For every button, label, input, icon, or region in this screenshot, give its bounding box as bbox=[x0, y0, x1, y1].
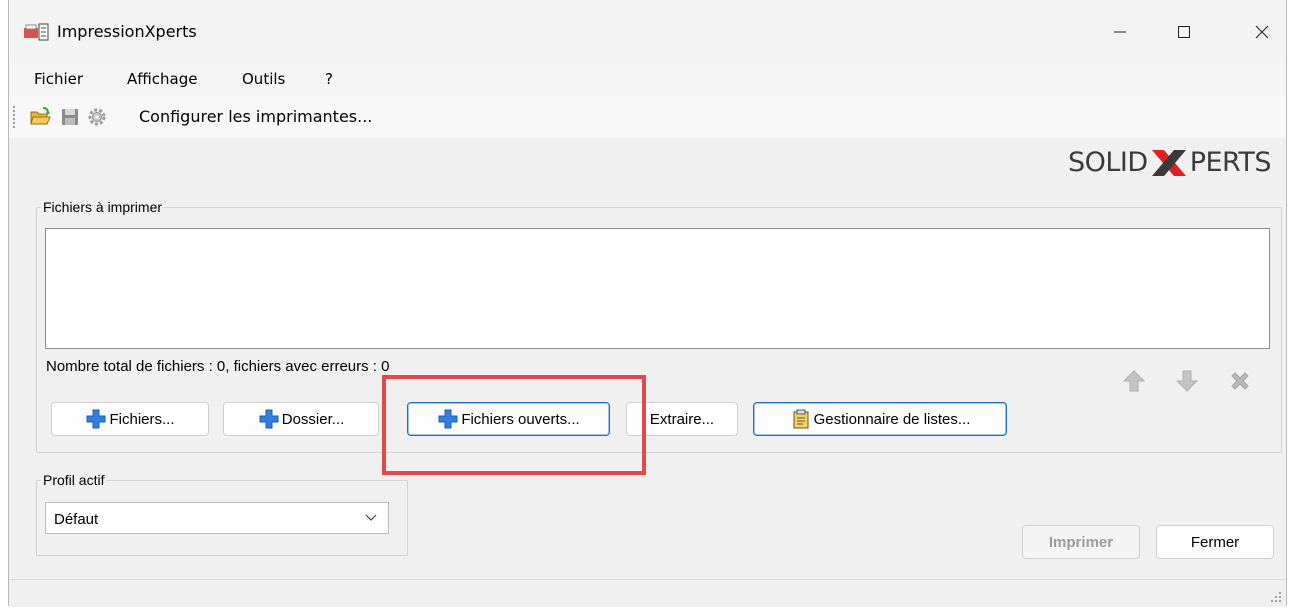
list-manager-icon bbox=[793, 409, 809, 429]
list-manager-button[interactable]: Gestionnaire de listes... bbox=[753, 402, 1007, 436]
menu-bar: Fichier Affichage Outils ? bbox=[9, 62, 1286, 96]
profile-group-legend: Profil actif bbox=[43, 472, 105, 488]
print-label: Imprimer bbox=[1048, 533, 1114, 551]
minimize-button[interactable] bbox=[1097, 14, 1143, 50]
open-folder-icon[interactable] bbox=[29, 106, 51, 128]
logo-text-right: PERTS bbox=[1189, 147, 1272, 178]
close-label: Fermer bbox=[1190, 533, 1240, 551]
minimize-icon bbox=[1114, 31, 1126, 33]
chevron-down-icon bbox=[365, 514, 377, 521]
extract-label: Extraire... bbox=[649, 410, 715, 428]
maximize-button[interactable] bbox=[1161, 14, 1207, 50]
status-bar bbox=[9, 579, 1286, 607]
profile-select-value: Défaut bbox=[54, 511, 99, 528]
list-manager-label: Gestionnaire de listes... bbox=[813, 410, 971, 428]
delete-icon[interactable] bbox=[1227, 368, 1253, 394]
maximize-icon bbox=[1178, 26, 1190, 38]
files-count-text: Nombre total de fichiers : 0, fichiers a… bbox=[46, 358, 390, 375]
window-title: ImpressionXperts bbox=[57, 22, 197, 41]
print-button[interactable]: Imprimer bbox=[1022, 525, 1140, 559]
resize-grip-icon[interactable] bbox=[1270, 591, 1282, 603]
close-icon bbox=[1255, 25, 1269, 39]
close-window-button[interactable] bbox=[1239, 14, 1285, 50]
save-icon[interactable] bbox=[59, 106, 81, 128]
add-folder-button[interactable]: Dossier... bbox=[223, 402, 379, 436]
annotation-highlight-box bbox=[382, 375, 646, 475]
logo-text-left: SOLID bbox=[1068, 147, 1148, 178]
files-list[interactable] bbox=[45, 228, 1270, 349]
add-files-label: Fichiers... bbox=[109, 410, 175, 428]
menu-outils[interactable]: Outils bbox=[242, 70, 285, 88]
title-bar: ImpressionXperts bbox=[9, 0, 1286, 62]
menu-fichier[interactable]: Fichier bbox=[34, 70, 83, 88]
files-group-legend: Fichiers à imprimer bbox=[43, 199, 163, 215]
down-arrow-icon[interactable] bbox=[1174, 368, 1200, 394]
app-window: ImpressionXperts Fichier Affichage Outil… bbox=[8, 0, 1287, 607]
add-files-button[interactable]: Fichiers... bbox=[51, 402, 209, 436]
profile-select[interactable]: Défaut bbox=[45, 502, 389, 534]
menu-help[interactable]: ? bbox=[325, 70, 333, 88]
up-arrow-icon[interactable] bbox=[1121, 368, 1147, 394]
configure-printers-button[interactable]: Configurer les imprimantes... bbox=[139, 107, 372, 126]
solidxperts-logo: SOLID PERTS bbox=[1068, 147, 1271, 178]
toolbar-grip[interactable] bbox=[13, 106, 15, 128]
plus-icon bbox=[86, 409, 106, 429]
close-button[interactable]: Fermer bbox=[1156, 525, 1274, 559]
toolbar: Configurer les imprimantes... bbox=[9, 96, 1286, 138]
menu-affichage[interactable]: Affichage bbox=[127, 70, 197, 88]
logo-x-mark bbox=[1151, 149, 1186, 176]
plus-icon bbox=[259, 409, 279, 429]
app-icon bbox=[24, 23, 49, 41]
gear-icon[interactable] bbox=[86, 106, 108, 128]
add-folder-label: Dossier... bbox=[281, 410, 345, 428]
